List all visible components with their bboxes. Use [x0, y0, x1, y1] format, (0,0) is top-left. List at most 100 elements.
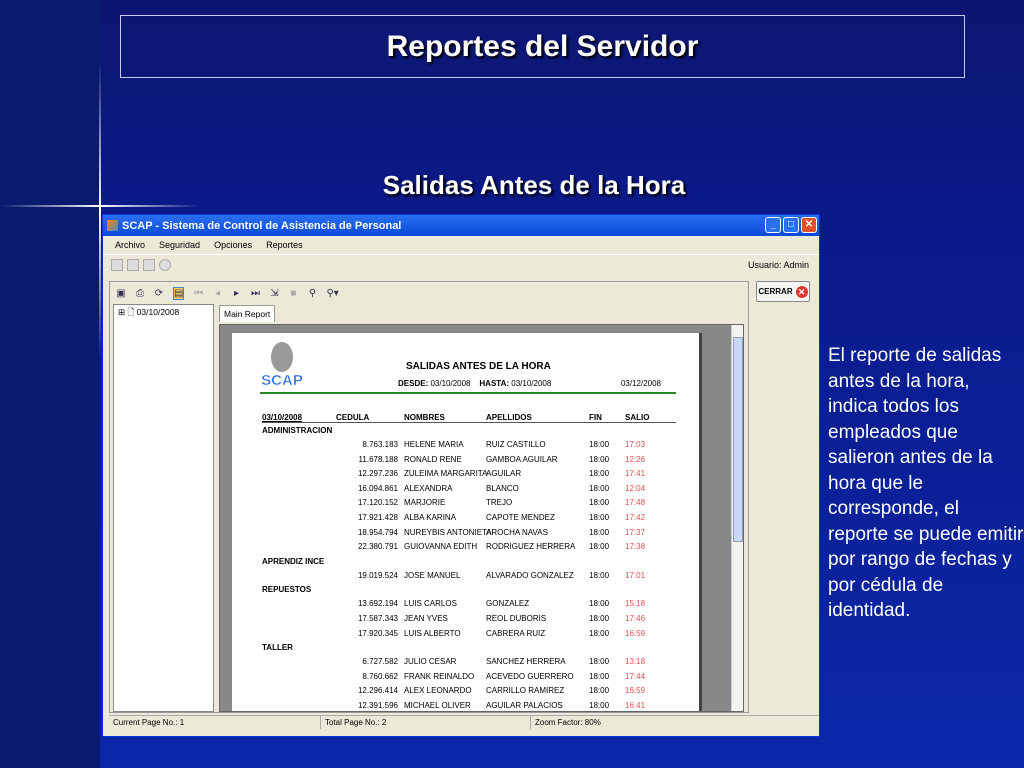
nombres-cell: JOSE MANUEL [404, 570, 461, 580]
salio-cell: 16:59 [625, 686, 646, 696]
menu-seguridad[interactable]: Seguridad [159, 240, 200, 250]
tab-main-report[interactable]: Main Report [219, 305, 276, 322]
close-icon: ✕ [795, 285, 808, 298]
new-icon[interactable] [111, 258, 123, 271]
header-apellidos: APELLIDOS [486, 413, 532, 422]
scroll-thumb[interactable] [733, 337, 743, 542]
nombres-cell: LUIS ALBERTO [404, 628, 461, 638]
nombres-cell: ALEX LEONARDO [404, 686, 472, 696]
salio-cell: 17:01 [625, 570, 646, 580]
export-icon[interactable]: ▣ [116, 288, 126, 299]
salio-cell: 16:59 [625, 628, 646, 638]
save-icon[interactable] [127, 258, 139, 271]
decor-band [0, 0, 100, 768]
tree-item-label: 03/10/2008 [136, 307, 180, 317]
apellidos-cell: AGUILAR PALACIOS [486, 700, 563, 710]
total-pages: Total Page No.: 2 [321, 716, 531, 729]
cedula-cell: 11.678.188 [358, 454, 398, 464]
salio-cell: 13:18 [625, 657, 646, 667]
cerrar-label: CERRAR [758, 287, 793, 296]
menu-archivo[interactable]: Archivo [115, 240, 145, 250]
nombres-cell: ZULEIMA MARGARITA [404, 469, 488, 479]
cedula-cell: 8.760.662 [362, 671, 398, 681]
apellidos-cell: CABRERA RUIZ [486, 628, 546, 638]
accept-icon[interactable] [159, 258, 171, 271]
user-label: Usuario: Admin [747, 260, 809, 270]
nombres-cell: MICHAEL OLIVER [404, 700, 471, 710]
table-header: 03/10/2008 CEDULA NOMBRES APELLIDOS FIN … [262, 413, 676, 423]
prev-page-icon[interactable]: ◂ [212, 288, 222, 299]
next-page-icon[interactable]: ▸ [231, 288, 241, 299]
fin-cell: 18:00 [589, 440, 610, 449]
group-tree: ⊞ 🗋 03/10/2008 [113, 304, 214, 712]
title-bar: SCAP - Sistema de Control de Asistencia … [103, 215, 819, 236]
apellidos-cell: CARRILLO RAMIREZ [486, 686, 565, 696]
close-button[interactable]: ✕ [801, 217, 817, 233]
table-row: 12.297.236 ZULEIMA MARGARITA AGUILAR 18:00 1… [262, 469, 676, 484]
salio-cell: 17:41 [625, 469, 646, 479]
apellidos-cell: RODRIGUEZ HERRERA [486, 542, 576, 552]
fin-cell: 18:00 [589, 469, 610, 479]
group-header: REPUESTOS [262, 585, 312, 595]
nombres-cell: RONALD RENE [404, 454, 462, 464]
fin-cell: 18:00 [589, 542, 610, 552]
fin-cell: 18:00 [589, 599, 610, 609]
cerrar-button[interactable]: CERRAR ✕ [756, 281, 810, 302]
apellidos-cell: CAPOTE MENDEZ [486, 512, 555, 522]
last-page-icon[interactable]: ⏭ [250, 288, 260, 299]
cedula-cell: 19.019.524 [357, 570, 398, 580]
current-page: Current Page No.: 1 [109, 716, 321, 729]
salio-cell: 17:46 [625, 613, 646, 623]
menu-opciones[interactable]: Opciones [214, 240, 252, 250]
menu-reportes[interactable]: Reportes [266, 240, 303, 250]
goto-page-icon[interactable]: ⇲ [269, 288, 279, 299]
search-icon[interactable]: ⚲ [307, 288, 317, 299]
fin-cell: 18:00 [589, 512, 610, 522]
apellidos-cell: RUIZ CASTILLO [486, 440, 546, 449]
table-row: 8.763.183 HELENE MARIA RUIZ CASTILLO 18:00 1… [262, 440, 676, 455]
salio-cell: 15:18 [625, 599, 646, 609]
window-title: SCAP - Sistema de Control de Asistencia … [122, 219, 402, 232]
toggle-tree-icon[interactable]: ▤ [173, 286, 185, 300]
app-icon [107, 220, 118, 231]
fin-cell: 18:00 [589, 613, 610, 623]
fin-cell: 18:00 [589, 527, 610, 537]
nombres-cell: FRANK REINALDO [404, 671, 475, 681]
stop-icon[interactable]: ■ [288, 288, 298, 299]
nombres-cell: JULIO CESAR [404, 657, 457, 667]
delete-icon[interactable] [143, 258, 155, 271]
table-row: 22.380.791 GUIOVANNA EDITH RODRIGUEZ HERRE… [262, 542, 676, 557]
table-row: 17.120.152 MARJORIE TREJO 18:00 17:48 [262, 498, 676, 513]
apellidos-cell: GONZALEZ [486, 599, 530, 609]
minimize-button[interactable]: _ [765, 217, 781, 233]
print-icon[interactable]: ⎙ [135, 288, 145, 299]
vertical-scrollbar[interactable] [731, 325, 743, 711]
salio-cell: 17:44 [625, 671, 646, 681]
zoom-icon[interactable]: ⚲▾ [326, 288, 338, 299]
status-bar: Current Page No.: 1 Total Page No.: 2 Zo… [109, 715, 819, 729]
group-header: APRENDIZ INCE [262, 556, 325, 566]
first-page-icon[interactable]: ⏮ [193, 288, 203, 299]
maximize-button[interactable]: □ [783, 217, 799, 233]
table-row: 13.692.194 LUIS CARLOS GONZALEZ 18:00 15:18 [262, 599, 676, 614]
slide-description: El reporte de salidas antes de la hora, … [828, 345, 1024, 621]
table-row: 12.391.596 MICHAEL OLIVER AGUILAR PALACIOS… [262, 700, 676, 711]
cedula-cell: 17.120.152 [357, 498, 398, 508]
tree-item[interactable]: ⊞ 🗋 03/10/2008 [118, 307, 179, 317]
cedula-cell: 18.954.794 [357, 527, 398, 537]
apellidos-cell: ACEVEDO GUERRERO [486, 671, 574, 681]
fin-cell: 18:00 [589, 498, 610, 508]
hasta-label: HASTA: [479, 379, 510, 388]
desde-label: DESDE: [398, 379, 429, 388]
cedula-cell: 17.587.343 [357, 613, 398, 623]
group-header: TALLER [262, 643, 293, 653]
table-row: 17.921.428 ALBA KARINA CAPOTE MENDEZ 18:00 1… [262, 513, 676, 528]
print-date: 03/12/2008 [620, 379, 661, 388]
report-area: SCAP SALIDAS ANTES DE LA HORA DESDE: 03/… [219, 324, 744, 712]
fin-cell: 18:00 [589, 483, 610, 493]
salio-cell: 17:48 [625, 498, 646, 508]
main-toolbar: Usuario: Admin [103, 254, 819, 274]
salio-cell: 17:42 [625, 512, 646, 522]
refresh-icon[interactable]: ⟳ [154, 288, 164, 299]
salio-cell: 17:38 [625, 542, 646, 552]
